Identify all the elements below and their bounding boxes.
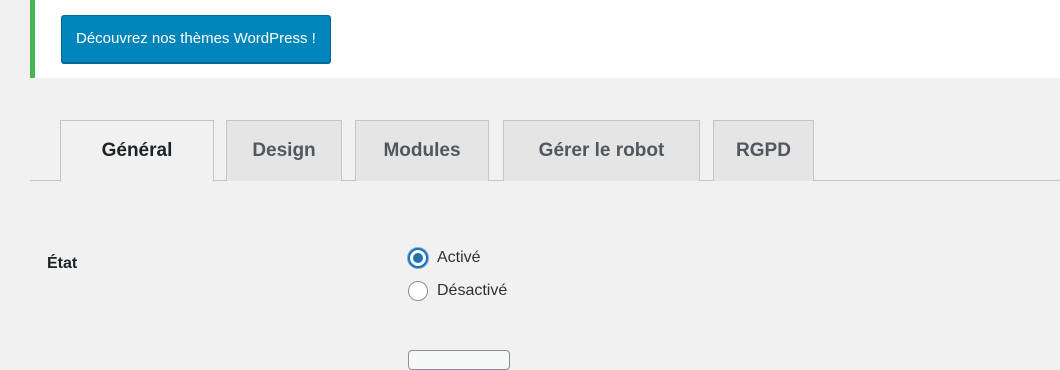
radio-enabled-label: Activé (437, 249, 481, 266)
radio-disabled[interactable] (408, 281, 428, 301)
radio-option-disabled[interactable]: Désactivé (408, 279, 507, 303)
discover-themes-button[interactable]: Découvrez nos thèmes WordPress ! (61, 15, 331, 63)
partial-button[interactable] (408, 350, 510, 370)
tab-rgpd[interactable]: RGPD (713, 120, 814, 181)
promo-notice: Découvrez nos thèmes WordPress ! (30, 0, 1060, 78)
radio-disabled-label: Désactivé (437, 282, 508, 299)
settings-tabs: Général Design Modules Gérer le robot RG… (30, 120, 1060, 182)
tab-design[interactable]: Design (226, 120, 342, 181)
tab-modules[interactable]: Modules (355, 120, 489, 181)
tab-general[interactable]: Général (60, 120, 214, 182)
state-label: État (47, 255, 78, 272)
radio-option-enabled[interactable]: Activé (408, 246, 481, 270)
tab-manage-robot[interactable]: Gérer le robot (503, 120, 700, 181)
radio-enabled[interactable] (408, 248, 428, 268)
